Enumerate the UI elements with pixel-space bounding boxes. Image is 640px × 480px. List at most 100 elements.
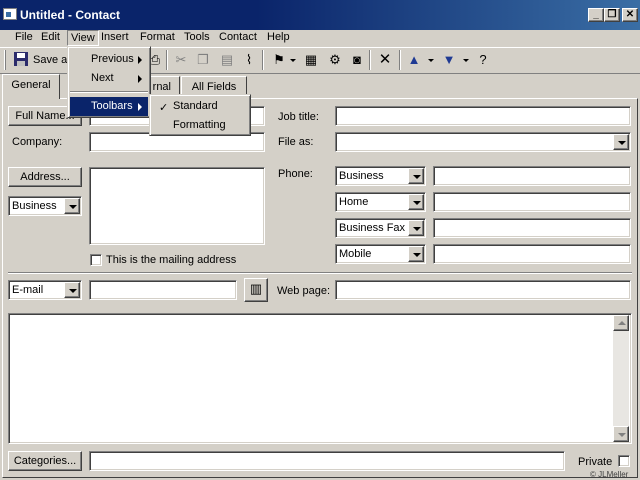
home-phone-field[interactable]	[433, 192, 631, 212]
scroll-down-icon[interactable]	[613, 426, 629, 442]
dropdown-arrow-icon[interactable]	[463, 59, 469, 62]
menu-item-label: Toolbars	[91, 100, 133, 112]
notes-scrollbar[interactable]	[613, 315, 629, 442]
scroll-up-icon[interactable]	[613, 315, 629, 331]
menu-item-label: Previous	[91, 53, 134, 65]
address-type-select[interactable]: Business	[8, 196, 82, 216]
mobile-phone-field[interactable]	[433, 244, 631, 264]
file-as-select[interactable]	[335, 132, 631, 152]
toolbar-separator	[369, 50, 371, 70]
menu-view[interactable]: View	[67, 30, 99, 46]
mailing-address-label: This is the mailing address	[106, 254, 237, 266]
categories-field[interactable]	[89, 451, 565, 471]
menu-item-label: Next	[91, 72, 114, 84]
business-fax-field[interactable]	[433, 218, 631, 238]
view-menu-dropdown: Previous Next Toolbars	[67, 46, 151, 118]
phone-type-value: Mobile	[339, 248, 372, 260]
private-checkbox[interactable]	[618, 455, 630, 467]
new-meeting-icon[interactable]: ⚙	[326, 51, 344, 69]
categories-button[interactable]: Categories...	[8, 451, 82, 471]
chevron-down-icon[interactable]	[64, 282, 80, 298]
chevron-down-icon[interactable]	[408, 246, 424, 262]
email-type-select[interactable]: E-mail	[8, 280, 82, 300]
phone-type-value: Business Fax	[339, 222, 406, 234]
phone-type-value: Business	[339, 170, 384, 182]
help-icon[interactable]: ?	[474, 51, 492, 69]
cut-icon[interactable]: ✂	[172, 51, 190, 69]
dropdown-arrow-icon[interactable]	[428, 59, 434, 62]
phone-type-value: Home	[339, 196, 369, 208]
submenu-arrow-icon	[138, 75, 142, 83]
minimize-button[interactable]: _	[588, 8, 604, 22]
menu-item-label: Formatting	[173, 119, 226, 131]
phone-type-select-mobile[interactable]: Mobile	[335, 244, 426, 264]
private-label: Private	[578, 456, 613, 468]
toolbars-submenu: ✓ Standard Formatting	[149, 94, 251, 136]
phone-type-select-business[interactable]: Business	[335, 166, 426, 186]
chevron-down-icon[interactable]	[408, 168, 424, 184]
contact-app-icon	[3, 8, 17, 20]
menu-item-next[interactable]: Next	[70, 69, 148, 88]
copy-icon[interactable]: ❐	[194, 51, 212, 69]
previous-item-icon[interactable]: ▲	[405, 51, 423, 69]
menu-item-standard[interactable]: ✓ Standard	[152, 97, 248, 116]
dropdown-arrow-icon[interactable]	[290, 59, 296, 62]
delete-icon[interactable]: ✕	[376, 51, 394, 69]
explore-web-page-icon[interactable]: ◙	[348, 51, 366, 69]
chevron-down-icon[interactable]	[408, 220, 424, 236]
email-field[interactable]	[89, 280, 237, 300]
address-type-value: Business	[12, 200, 57, 212]
paste-icon[interactable]: ▤	[218, 51, 236, 69]
phone-type-select-fax[interactable]: Business Fax	[335, 218, 426, 238]
display-map-icon[interactable]: ▦	[302, 51, 320, 69]
business-phone-field[interactable]	[433, 166, 631, 186]
next-item-icon[interactable]: ▼	[440, 51, 458, 69]
notes-textarea[interactable]	[8, 313, 632, 444]
toolbar-separator	[262, 50, 264, 70]
title-bar: Untitled - Contact _ ❐ ✕	[0, 0, 640, 30]
chevron-down-icon[interactable]	[64, 198, 80, 214]
menu-edit[interactable]: Edit	[38, 30, 63, 46]
menu-help[interactable]: Help	[264, 30, 293, 46]
save-icon[interactable]	[12, 51, 30, 69]
watermark: © JLMeller	[590, 470, 629, 479]
phone-label: Phone:	[278, 168, 313, 180]
menu-item-toolbars[interactable]: Toolbars	[70, 97, 148, 116]
close-button[interactable]: ✕	[622, 8, 638, 22]
section-divider	[8, 272, 632, 274]
submenu-arrow-icon	[138, 103, 142, 111]
tab-general[interactable]: General	[2, 74, 60, 99]
web-page-field[interactable]	[335, 280, 631, 300]
toolbar-separator	[399, 50, 401, 70]
address-book-icon[interactable]: ▥	[244, 278, 268, 302]
chevron-down-icon[interactable]	[613, 134, 629, 150]
save-and-close-label[interactable]: Save a	[33, 54, 67, 66]
menu-format[interactable]: Format	[137, 30, 178, 46]
menu-insert[interactable]: Insert	[98, 30, 132, 46]
job-title-label: Job title:	[278, 111, 319, 123]
menu-contact[interactable]: Contact	[216, 30, 260, 46]
restore-button[interactable]: ❐	[604, 8, 620, 22]
company-label: Company:	[12, 136, 63, 148]
menu-separator	[70, 91, 148, 93]
toolbar-separator	[166, 50, 168, 70]
job-title-field[interactable]	[335, 106, 631, 126]
follow-up-flag-icon[interactable]: ⚑	[270, 51, 288, 69]
window-title: Untitled - Contact	[20, 8, 120, 22]
menu-item-formatting[interactable]: Formatting	[152, 116, 248, 135]
insert-file-icon[interactable]: ⌇	[240, 51, 258, 69]
menu-item-previous[interactable]: Previous	[70, 50, 148, 69]
address-textarea[interactable]	[89, 167, 265, 245]
chevron-down-icon[interactable]	[408, 194, 424, 210]
toolbar-grip[interactable]	[4, 50, 6, 70]
mailing-address-checkbox[interactable]	[90, 254, 102, 266]
web-page-label: Web page:	[277, 285, 331, 297]
menu-file[interactable]: File	[12, 30, 36, 46]
phone-type-select-home[interactable]: Home	[335, 192, 426, 212]
menu-item-label: Standard	[173, 100, 218, 112]
email-type-value: E-mail	[12, 284, 44, 296]
menu-tools[interactable]: Tools	[181, 30, 213, 46]
submenu-arrow-icon	[138, 56, 142, 64]
file-as-label: File as:	[278, 136, 314, 148]
address-button[interactable]: Address...	[8, 167, 82, 187]
